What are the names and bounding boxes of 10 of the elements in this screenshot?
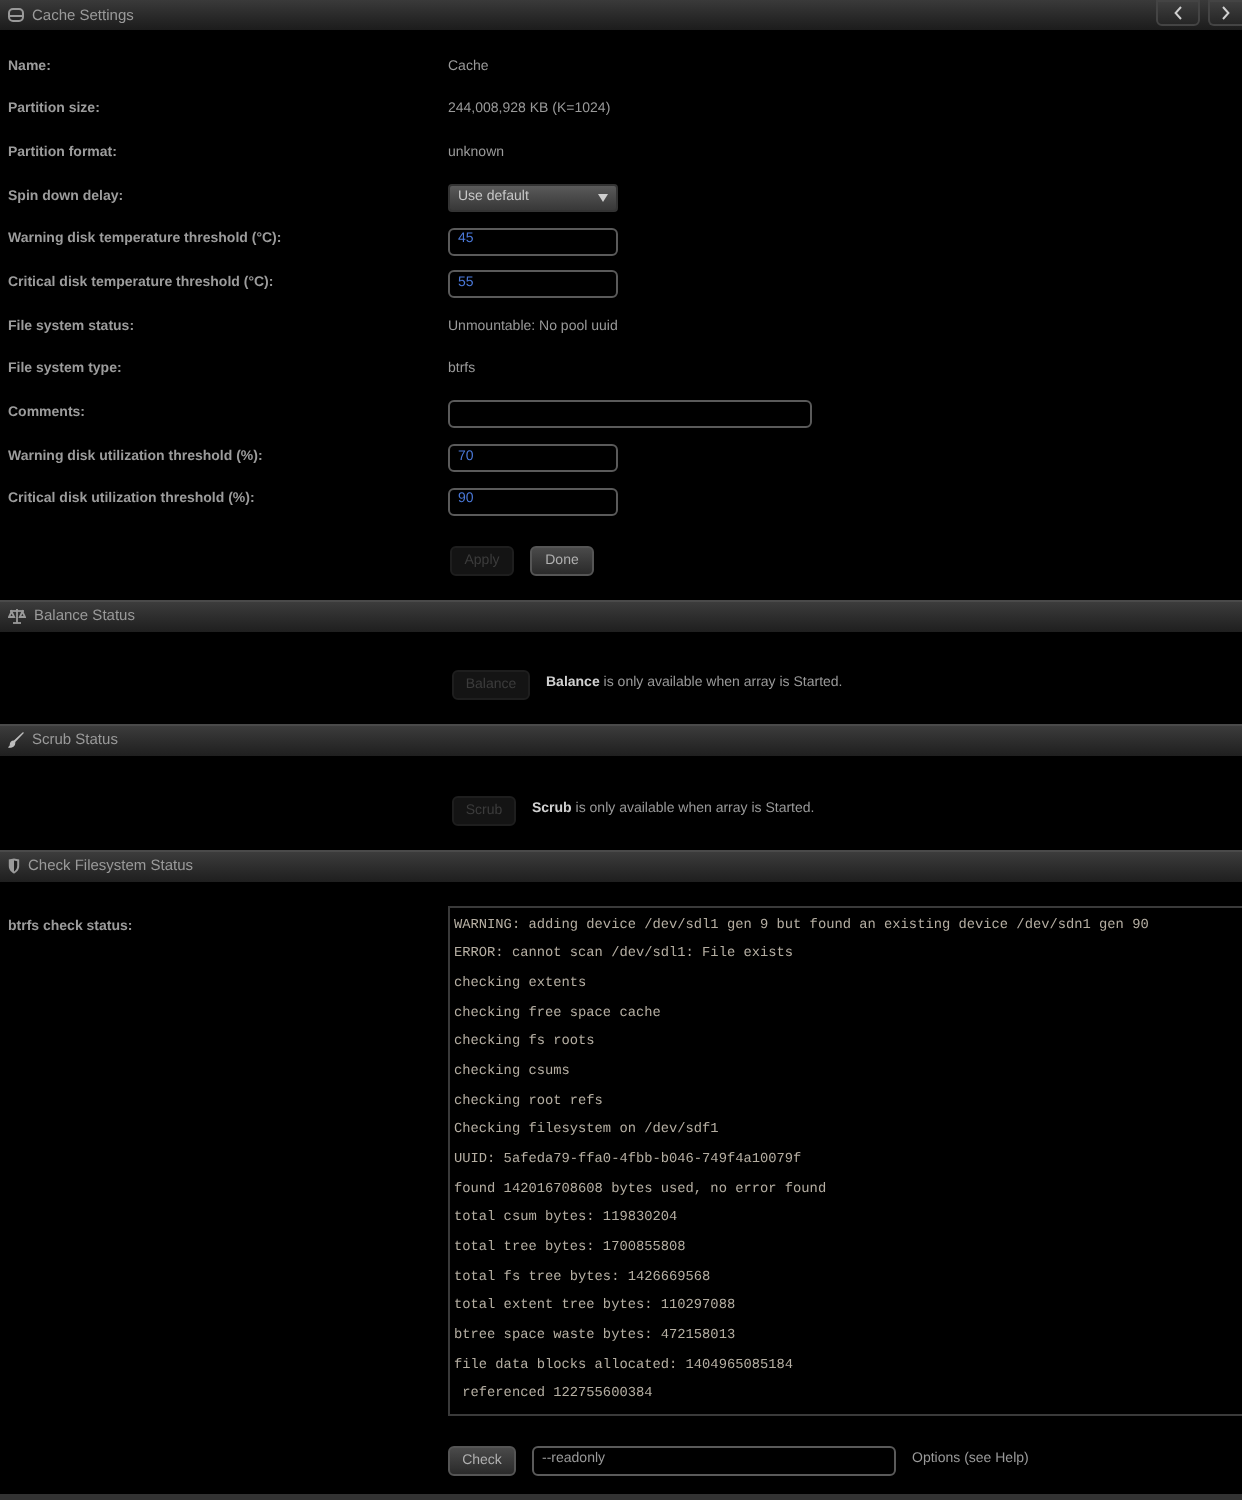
paintbrush-icon	[8, 732, 24, 749]
comments-field[interactable]	[448, 400, 812, 429]
chevron-right-icon	[1222, 6, 1230, 20]
hard-drive-icon	[8, 8, 24, 22]
caret-icon	[598, 193, 608, 202]
back-button[interactable]	[1156, 0, 1200, 26]
chevron-left-icon	[1174, 6, 1182, 20]
shield-icon	[8, 858, 20, 875]
forward-button[interactable]	[1208, 0, 1242, 26]
balance-scale-icon	[8, 608, 26, 625]
